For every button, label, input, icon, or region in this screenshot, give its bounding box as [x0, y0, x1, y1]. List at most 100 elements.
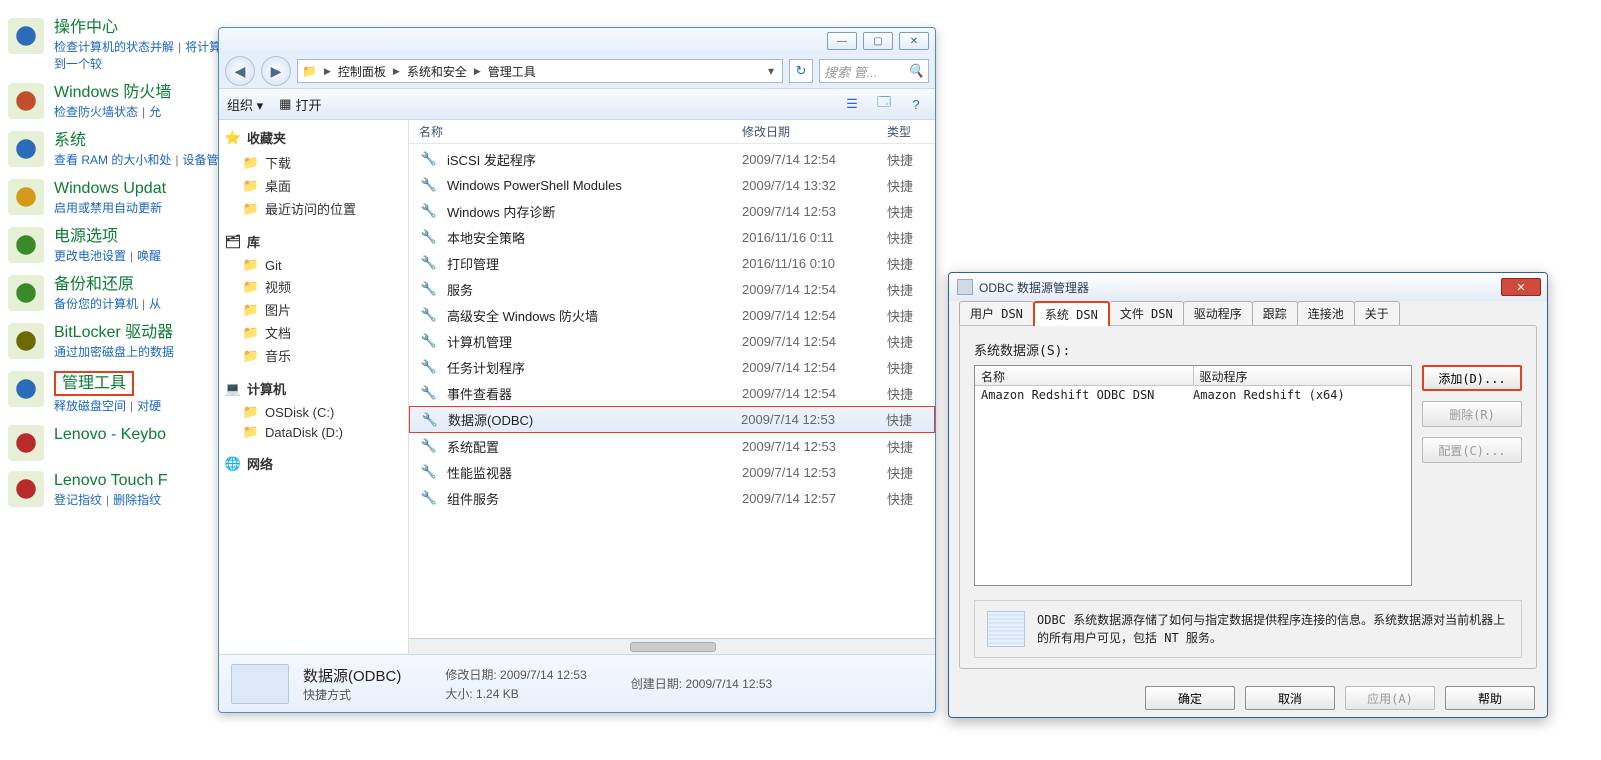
- created-label: 创建日期:: [631, 677, 682, 691]
- column-type[interactable]: 类型: [887, 123, 925, 140]
- category-links[interactable]: 登记指纹|删除指纹: [54, 492, 168, 509]
- category-title[interactable]: 管理工具: [54, 371, 134, 396]
- breadcrumb-item[interactable]: 控制面板: [338, 63, 386, 80]
- maximize-button[interactable]: ▢: [863, 32, 893, 50]
- remove-dsn-button[interactable]: 删除(R): [1422, 401, 1522, 427]
- search-input[interactable]: 搜索 管... 🔍: [819, 59, 929, 83]
- file-type: 快捷: [887, 358, 925, 377]
- cancel-button[interactable]: 取消: [1245, 686, 1335, 710]
- tree-item[interactable]: 📁OSDisk (C:): [225, 402, 402, 422]
- column-name[interactable]: 名称: [419, 123, 742, 140]
- dsn-header-name[interactable]: 名称: [975, 366, 1194, 385]
- file-row[interactable]: 🔧系统配置2009/7/14 12:53快捷: [409, 433, 935, 459]
- category-title[interactable]: Windows Updat: [54, 179, 166, 198]
- file-row[interactable]: 🔧计算机管理2009/7/14 12:54快捷: [409, 328, 935, 354]
- file-name: 组件服务: [447, 489, 742, 508]
- file-row[interactable]: 🔧Windows PowerShell Modules2009/7/14 13:…: [409, 172, 935, 198]
- shortcut-icon: 🔧: [419, 175, 439, 195]
- file-name: iSCSI 发起程序: [447, 150, 742, 169]
- odbc-tab[interactable]: 驱动程序: [1183, 301, 1253, 325]
- dsn-list-label: 系统数据源(S):: [974, 340, 1522, 359]
- help-button[interactable]: 帮助: [1445, 686, 1535, 710]
- category-title[interactable]: 备份和还原: [54, 275, 161, 294]
- tree-group-favorites[interactable]: ⭐收藏夹: [225, 128, 402, 147]
- address-bar[interactable]: 📁 ▶ 控制面板 ▶ 系统和安全 ▶ 管理工具 ▾: [297, 59, 783, 83]
- category-links[interactable]: 释放磁盘空间|对硬: [54, 398, 161, 415]
- file-date: 2009/7/14 12:53: [742, 204, 887, 219]
- category-title[interactable]: 系统: [54, 131, 242, 150]
- category-links[interactable]: 检查防火墙状态|允: [54, 104, 171, 121]
- odbc-tab[interactable]: 用户 DSN: [959, 301, 1034, 325]
- folder-icon: 📁: [243, 348, 259, 364]
- tree-item[interactable]: 📁图片: [225, 298, 402, 321]
- shortcut-icon: 🔧: [419, 201, 439, 221]
- created-value: 2009/7/14 12:53: [685, 677, 772, 691]
- tree-item[interactable]: 📁Git: [225, 255, 402, 275]
- odbc-tab[interactable]: 关于: [1354, 301, 1400, 325]
- dsn-row[interactable]: Amazon Redshift ODBC DSNAmazon Redshift …: [975, 386, 1411, 404]
- file-row[interactable]: 🔧任务计划程序2009/7/14 12:54快捷: [409, 354, 935, 380]
- forward-button[interactable]: ▶: [261, 56, 291, 86]
- tree-group-computer[interactable]: 💻计算机: [225, 379, 402, 398]
- tree-group-network[interactable]: 🌐网络: [225, 454, 402, 473]
- back-button[interactable]: ◀: [225, 56, 255, 86]
- help-icon[interactable]: ?: [905, 93, 927, 115]
- file-row[interactable]: 🔧高级安全 Windows 防火墙2009/7/14 12:54快捷: [409, 302, 935, 328]
- category-links[interactable]: 启用或禁用自动更新: [54, 200, 166, 217]
- ok-button[interactable]: 确定: [1145, 686, 1235, 710]
- column-date[interactable]: 修改日期: [742, 123, 887, 140]
- tree-item[interactable]: 📁视频: [225, 275, 402, 298]
- dsn-table[interactable]: 名称 驱动程序 Amazon Redshift ODBC DSNAmazon R…: [974, 365, 1412, 586]
- configure-dsn-button[interactable]: 配置(C)...: [1422, 437, 1522, 463]
- backup-icon: [8, 275, 44, 311]
- add-dsn-button[interactable]: 添加(D)...: [1422, 365, 1522, 391]
- file-row[interactable]: 🔧Windows 内存诊断2009/7/14 12:53快捷: [409, 198, 935, 224]
- close-button[interactable]: ✕: [1501, 278, 1541, 296]
- open-button[interactable]: ▦ 打开: [279, 95, 321, 114]
- tree-item[interactable]: 📁音乐: [225, 344, 402, 367]
- odbc-tab[interactable]: 连接池: [1297, 301, 1355, 325]
- tree-item[interactable]: 📁下载: [225, 151, 402, 174]
- tree-group-libraries[interactable]: 🗂库: [225, 232, 402, 251]
- file-row[interactable]: 🔧iSCSI 发起程序2009/7/14 12:54快捷: [409, 146, 935, 172]
- file-row[interactable]: 🔧组件服务2009/7/14 12:57快捷: [409, 485, 935, 511]
- file-row[interactable]: 🔧服务2009/7/14 12:54快捷: [409, 276, 935, 302]
- apply-button[interactable]: 应用(A): [1345, 686, 1435, 710]
- breadcrumb-item[interactable]: 管理工具: [488, 63, 536, 80]
- minimize-button[interactable]: —: [827, 32, 857, 50]
- file-row[interactable]: 🔧性能监视器2009/7/14 12:53快捷: [409, 459, 935, 485]
- file-row[interactable]: 🔧事件查看器2009/7/14 12:54快捷: [409, 380, 935, 406]
- category-title[interactable]: BitLocker 驱动器: [54, 323, 174, 342]
- address-dropdown-icon[interactable]: ▾: [764, 64, 778, 78]
- breadcrumb-item[interactable]: 系统和安全: [407, 63, 467, 80]
- tree-item[interactable]: 📁桌面: [225, 174, 402, 197]
- category-links[interactable]: 备份您的计算机|从: [54, 296, 161, 313]
- tree-item[interactable]: 📁最近访问的位置: [225, 197, 402, 220]
- preview-pane-icon[interactable]: 🗔: [873, 93, 895, 115]
- odbc-tab[interactable]: 跟踪: [1252, 301, 1298, 325]
- refresh-button[interactable]: ↻: [789, 59, 813, 83]
- file-row[interactable]: 🔧数据源(ODBC)2009/7/14 12:53快捷: [409, 406, 935, 433]
- odbc-tab[interactable]: 系统 DSN: [1033, 301, 1110, 326]
- category-title[interactable]: Windows 防火墙: [54, 83, 171, 102]
- horizontal-scrollbar[interactable]: [409, 638, 935, 654]
- category-title[interactable]: 电源选项: [54, 227, 161, 246]
- bitlocker-icon: [8, 323, 44, 359]
- odbc-tab[interactable]: 文件 DSN: [1109, 301, 1184, 325]
- organize-menu[interactable]: 组织 ▾: [227, 95, 263, 114]
- shortcut-icon: 🔧: [419, 279, 439, 299]
- category-title[interactable]: Lenovo Touch F: [54, 471, 168, 490]
- tree-item[interactable]: 📁DataDisk (D:): [225, 422, 402, 442]
- category-links[interactable]: 通过加密磁盘上的数据: [54, 344, 174, 361]
- file-type: 快捷: [887, 306, 925, 325]
- file-name: 性能监视器: [447, 463, 742, 482]
- file-row[interactable]: 🔧本地安全策略2016/11/16 0:11快捷: [409, 224, 935, 250]
- close-button[interactable]: ✕: [899, 32, 929, 50]
- category-title[interactable]: Lenovo - Keybo: [54, 425, 166, 444]
- file-row[interactable]: 🔧打印管理2016/11/16 0:10快捷: [409, 250, 935, 276]
- category-links[interactable]: 查看 RAM 的大小和处|设备管理器: [54, 152, 242, 169]
- view-options-icon[interactable]: ☰: [841, 93, 863, 115]
- tree-item[interactable]: 📁文档: [225, 321, 402, 344]
- category-links[interactable]: 更改电池设置|唤醒: [54, 248, 161, 265]
- dsn-header-driver[interactable]: 驱动程序: [1194, 366, 1412, 385]
